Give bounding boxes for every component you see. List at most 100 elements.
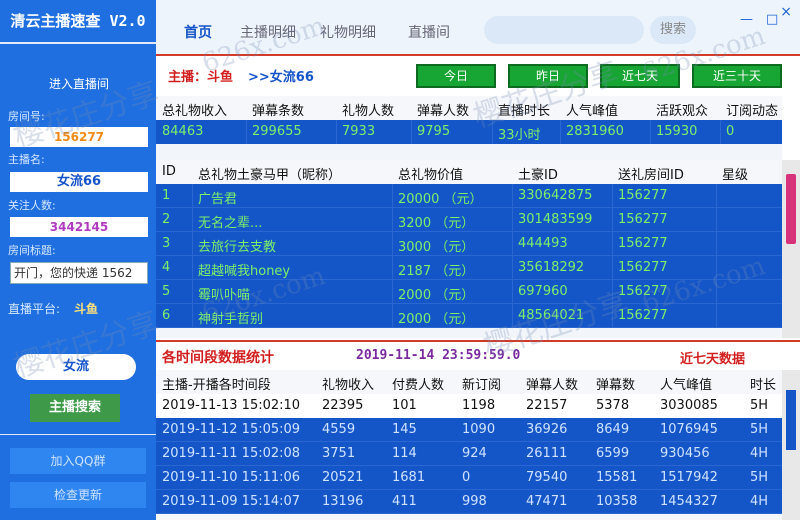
tab-home[interactable]: 首页 — [184, 22, 212, 42]
table-cell: 广告君 — [198, 192, 238, 207]
column-header: 弹幕数 — [596, 378, 636, 393]
streamer-label: 主播：斗鱼 — [168, 70, 234, 85]
cell-divider — [246, 120, 247, 144]
stat-value: 2831960 — [566, 124, 624, 139]
close-icon[interactable]: × — [780, 4, 792, 20]
range-30days-button[interactable]: 近三十天 — [692, 64, 782, 88]
column-header: 礼物收入 — [322, 378, 375, 393]
tab-gift-detail[interactable]: 礼物明细 — [320, 22, 376, 42]
table-cell: 1 — [162, 188, 171, 203]
table-cell: 1681 — [392, 470, 426, 485]
cell-divider — [392, 304, 393, 328]
table-cell: 3200 （元） — [398, 216, 475, 231]
table-header: 主播-开播各时间段 礼物收入 付费人数 新订阅 弹幕人数 弹幕数 人气峰值 时长 — [156, 370, 782, 394]
streamer-name: >>女流66 — [248, 70, 314, 85]
maximize-icon[interactable]: □ — [766, 12, 778, 27]
follow-value: 3442145 — [10, 217, 148, 237]
stat-value: 33小时 — [498, 128, 541, 143]
scroll-thumb[interactable] — [786, 390, 796, 450]
table-row[interactable]: 1 广告君 20000 （元） 330642875 156277 — [156, 184, 782, 208]
table-cell: 145 — [392, 422, 417, 437]
column-header: 人气峰值 — [566, 104, 619, 119]
table-row[interactable]: 5 霉叭卟喵 2000 （元） 697960 156277 — [156, 280, 782, 304]
table-row[interactable]: 2019-11-10 15:11:06 20521 1681 0 79540 15581 1… — [156, 466, 782, 490]
range-7days-button[interactable]: 近七天 — [600, 64, 680, 88]
search-input[interactable] — [484, 16, 644, 44]
cell-divider — [716, 208, 717, 232]
table-cell: 2019-11-09 15:14:07 — [162, 494, 301, 509]
scrollbar[interactable] — [782, 160, 800, 338]
table-row[interactable]: 2019-11-12 15:05:09 4559 145 1090 36926 8649 1… — [156, 418, 782, 442]
summary-stats-table: 总礼物收入 弹幕条数 礼物人数 弹幕人数 直播时长 人气峰值 活跃观众 订阅动态… — [156, 96, 782, 160]
section-range: 近七天数据 — [680, 352, 746, 367]
table-cell: 924 — [462, 446, 487, 461]
table-cell: 无名之辈... — [198, 216, 263, 231]
cell-divider — [392, 280, 393, 304]
cell-divider — [716, 184, 717, 208]
join-qq-button[interactable]: 加入QQ群 — [10, 448, 146, 474]
column-header: ID — [162, 164, 176, 179]
table-cell: 2019-11-12 15:05:09 — [162, 422, 301, 437]
divider — [0, 42, 156, 44]
table-cell: 1198 — [462, 398, 496, 413]
table-cell: 5H — [750, 422, 769, 437]
cell-divider — [720, 120, 721, 144]
room-title-field[interactable]: 开门，您的快递 1562 — [10, 262, 148, 284]
table-cell: 2 — [162, 212, 171, 227]
platform-row: 直播平台: 斗鱼 — [8, 300, 98, 317]
table-cell: 411 — [392, 494, 417, 509]
cell-divider — [192, 304, 193, 328]
table-cell: 79540 — [526, 470, 568, 485]
table-cell: 697960 — [518, 284, 568, 299]
stat-value: 84463 — [162, 124, 204, 139]
search-button[interactable]: 搜索 — [650, 16, 696, 44]
column-header: 弹幕条数 — [252, 104, 305, 119]
section-header: 各时间段数据统计 2019-11-14 23:59:59.0 近七天数据 — [156, 340, 800, 368]
table-cell: 6 — [162, 308, 171, 323]
room-label: 房间号: — [8, 110, 45, 123]
table-row[interactable]: 3 去旅行去支教 3000 （元） 444493 156277 — [156, 232, 782, 256]
enter-room-button[interactable]: 进入直播间 — [10, 72, 148, 96]
stat-value: 9795 — [417, 124, 451, 139]
anchor-search-input[interactable]: 女流 — [16, 354, 136, 380]
cell-divider — [612, 256, 613, 280]
table-cell: 330642875 — [518, 188, 593, 203]
cell-divider — [192, 184, 193, 208]
column-header: 主播-开播各时间段 — [162, 378, 271, 393]
cell-divider — [512, 304, 513, 328]
stat-value: 7933 — [342, 124, 376, 139]
table-cell: 6599 — [596, 446, 630, 461]
table-header: 总礼物收入 弹幕条数 礼物人数 弹幕人数 直播时长 人气峰值 活跃观众 订阅动态 — [156, 96, 782, 120]
table-cell: 156277 — [618, 284, 668, 299]
anchor-search-button[interactable]: 主播搜索 — [30, 394, 120, 422]
room-value: 156277 — [10, 127, 148, 147]
table-row[interactable]: 6 神射手哲别 2000 （元） 48564021 156277 — [156, 304, 782, 328]
table-cell: 26111 — [526, 446, 568, 461]
table-cell: 3000 （元） — [398, 240, 475, 255]
table-row[interactable]: 2019-11-11 15:02:08 3751 114 924 26111 6599 93… — [156, 442, 782, 466]
range-yesterday-button[interactable]: 昨日 — [508, 64, 588, 88]
cell-divider — [411, 120, 412, 144]
range-today-button[interactable]: 今日 — [416, 64, 496, 88]
check-update-button[interactable]: 检查更新 — [10, 482, 146, 508]
table-cell: 13196 — [322, 494, 364, 509]
tab-anchor-detail[interactable]: 主播明细 — [240, 22, 296, 42]
section-title: 各时间段数据统计 — [162, 350, 274, 366]
scrollbar[interactable] — [782, 370, 800, 520]
table-row[interactable]: 2019-11-13 15:02:10 22395 101 1198 22157 5378… — [156, 394, 782, 418]
table-cell: 301483599 — [518, 212, 593, 227]
scroll-thumb[interactable] — [786, 174, 796, 244]
table-row[interactable]: 2019-11-09 15:14:07 13196 411 998 47471 10358… — [156, 490, 782, 514]
table-cell: 8649 — [596, 422, 630, 437]
cell-divider — [612, 208, 613, 232]
column-header: 活跃观众 — [656, 104, 709, 119]
table-cell: 156277 — [618, 308, 668, 323]
table-cell: 2019-11-13 15:02:10 — [162, 398, 301, 413]
table-cell: 神射手哲别 — [198, 312, 264, 327]
column-header: 总礼物土豪马甲（昵称） — [198, 168, 342, 183]
table-cell: 156277 — [618, 236, 668, 251]
table-row[interactable]: 2 无名之辈... 3200 （元） 301483599 156277 — [156, 208, 782, 232]
minimize-icon[interactable]: — — [740, 12, 753, 27]
table-row[interactable]: 4 超越喊我honey 2187 （元） 35618292 156277 — [156, 256, 782, 280]
tab-live-room[interactable]: 直播间 — [408, 22, 450, 42]
